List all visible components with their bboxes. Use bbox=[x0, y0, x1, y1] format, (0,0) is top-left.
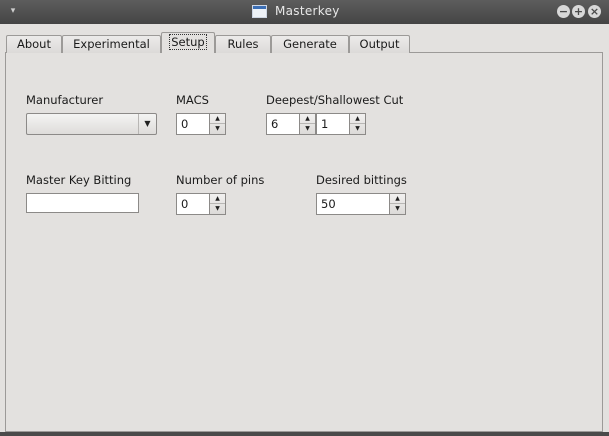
minimize-button[interactable]: − bbox=[557, 5, 570, 18]
number-of-pins-label: Number of pins bbox=[176, 173, 265, 187]
tab-about[interactable]: About bbox=[6, 35, 62, 53]
master-key-bitting-label: Master Key Bitting bbox=[26, 173, 132, 187]
increment-icon[interactable]: ▲ bbox=[210, 114, 225, 124]
setup-tab-pane bbox=[5, 52, 603, 432]
manufacturer-combobox[interactable]: ▼ bbox=[26, 113, 157, 135]
decrement-icon[interactable]: ▼ bbox=[210, 204, 225, 214]
window-title: Masterkey bbox=[275, 4, 340, 18]
masterkey-window: ▾ Masterkey − + × About Experimental Set… bbox=[0, 0, 609, 436]
deepest-cut-input[interactable]: 6 bbox=[266, 113, 300, 135]
desired-bittings-label: Desired bittings bbox=[316, 173, 407, 187]
tab-setup[interactable]: Setup bbox=[161, 32, 215, 53]
macs-label: MACS bbox=[176, 93, 209, 107]
tab-label: Rules bbox=[227, 37, 259, 51]
decrement-icon[interactable]: ▼ bbox=[210, 124, 225, 134]
number-of-pins-input[interactable]: 0 bbox=[176, 193, 210, 215]
tab-label: Setup bbox=[169, 34, 207, 50]
tab-rules[interactable]: Rules bbox=[215, 35, 271, 53]
increment-icon[interactable]: ▲ bbox=[300, 114, 315, 124]
manufacturer-label: Manufacturer bbox=[26, 93, 104, 107]
decrement-icon[interactable]: ▼ bbox=[350, 124, 365, 134]
desired-bittings-stepper[interactable]: ▲ ▼ bbox=[390, 193, 406, 215]
number-of-pins-stepper[interactable]: ▲ ▼ bbox=[210, 193, 226, 215]
master-key-bitting-input[interactable] bbox=[26, 193, 139, 213]
tab-label: Output bbox=[359, 37, 400, 51]
chevron-down-icon: ▼ bbox=[138, 114, 156, 134]
tab-label: Generate bbox=[283, 37, 337, 51]
shallowest-cut-stepper[interactable]: ▲ ▼ bbox=[350, 113, 366, 135]
macs-stepper[interactable]: ▲ ▼ bbox=[210, 113, 226, 135]
increment-icon[interactable]: ▲ bbox=[390, 194, 405, 204]
cut-label: Deepest/Shallowest Cut bbox=[266, 93, 404, 107]
title-bar: ▾ Masterkey − + × bbox=[0, 0, 609, 24]
tab-experimental[interactable]: Experimental bbox=[62, 35, 161, 53]
tab-label: Experimental bbox=[73, 37, 150, 51]
decrement-icon[interactable]: ▼ bbox=[390, 204, 405, 214]
deepest-cut-stepper[interactable]: ▲ ▼ bbox=[300, 113, 316, 135]
tab-generate[interactable]: Generate bbox=[271, 35, 349, 53]
decrement-icon[interactable]: ▼ bbox=[300, 124, 315, 134]
desired-bittings-input[interactable]: 50 bbox=[316, 193, 390, 215]
tab-label: About bbox=[16, 37, 51, 51]
increment-icon[interactable]: ▲ bbox=[210, 194, 225, 204]
close-button[interactable]: × bbox=[588, 5, 601, 18]
increment-icon[interactable]: ▲ bbox=[350, 114, 365, 124]
window-menu-icon[interactable]: ▾ bbox=[8, 6, 18, 16]
maximize-button[interactable]: + bbox=[572, 5, 585, 18]
window-bottom-border bbox=[0, 432, 609, 436]
tab-output[interactable]: Output bbox=[349, 35, 410, 53]
app-icon bbox=[252, 5, 267, 18]
shallowest-cut-input[interactable]: 1 bbox=[316, 113, 350, 135]
macs-input[interactable]: 0 bbox=[176, 113, 210, 135]
